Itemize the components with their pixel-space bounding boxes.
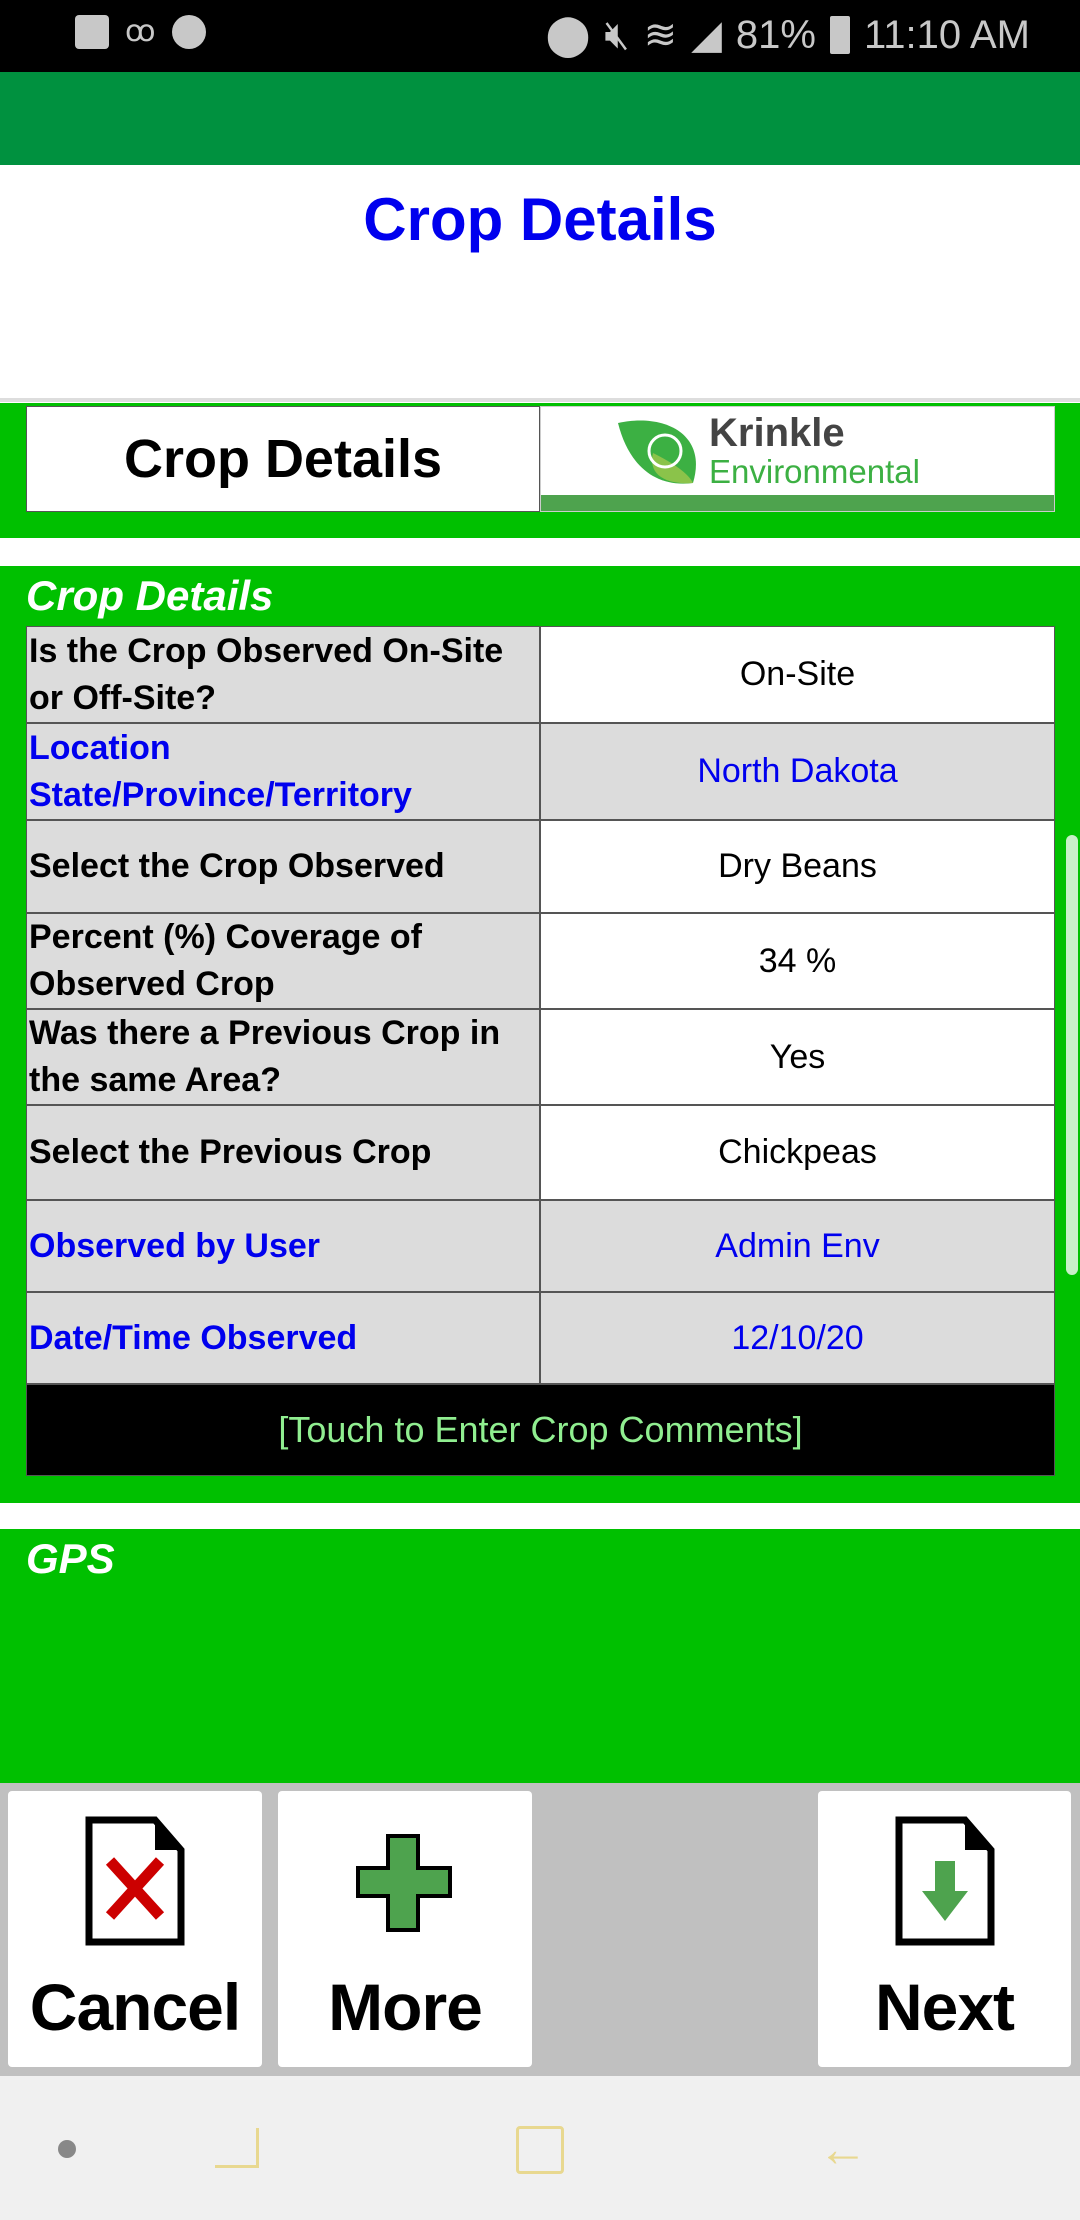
status-bar: ꝏ ⬤ 🔇︎ ≋ ◢ 81% 11:10 AM: [0, 0, 1080, 72]
signal-icon: ◢: [691, 13, 722, 57]
row-value[interactable]: On-Site: [540, 626, 1055, 723]
gps-section: GPS: [0, 1529, 1080, 1789]
more-label: More: [328, 1970, 483, 2044]
cancel-document-icon: [85, 1816, 185, 1946]
row-value[interactable]: 12/10/20: [540, 1292, 1055, 1384]
cancel-label: Cancel: [29, 1970, 241, 2044]
logo-bar: [541, 495, 1054, 511]
leaf-globe-icon: [618, 420, 696, 484]
row-label: Date/Time Observed: [26, 1292, 540, 1384]
row-value[interactable]: North Dakota: [540, 723, 1055, 820]
logo: Krinkle Environmental: [540, 406, 1055, 512]
row-value[interactable]: Admin Env: [540, 1200, 1055, 1292]
recent-apps-icon[interactable]: [215, 2128, 259, 2168]
row-label: Observed by User: [26, 1200, 540, 1292]
app-toolbar: [0, 72, 1080, 165]
row-value[interactable]: Chickpeas: [540, 1105, 1055, 1200]
row-value[interactable]: Yes: [540, 1009, 1055, 1105]
row-label: Was there a Previous Crop in the same Ar…: [26, 1009, 540, 1105]
logo-subtext: Environmental: [709, 453, 920, 490]
clock: 11:10 AM: [863, 12, 1030, 57]
mute-vibrate-icon: 🔇︎: [604, 12, 630, 57]
row-label: Select the Crop Observed: [26, 820, 540, 913]
row-value[interactable]: Dry Beans: [540, 820, 1055, 913]
row-label: Select the Previous Crop: [26, 1105, 540, 1200]
location-icon: ⬤: [545, 13, 591, 57]
row-label: Percent (%) Coverage of Observed Crop: [26, 913, 540, 1009]
battery-percent: 81%: [735, 12, 816, 57]
crop-comments-button[interactable]: [Touch to Enter Crop Comments]: [26, 1384, 1055, 1476]
more-button[interactable]: More: [278, 1791, 532, 2067]
row-label: Location State/Province/Territory: [26, 723, 540, 820]
section-title: GPS: [26, 1535, 115, 1582]
page-title: Crop Details: [363, 186, 717, 253]
bottom-action-bar: Cancel More Next: [0, 1783, 1080, 2076]
next-document-icon: [895, 1816, 994, 1946]
row-value[interactable]: 34 %: [540, 913, 1055, 1009]
cancel-button[interactable]: Cancel: [8, 1791, 262, 2067]
divider: [0, 398, 1080, 402]
row-label: Is the Crop Observed On-Site or Off-Site…: [26, 626, 540, 723]
image-icon: [75, 14, 109, 49]
logo-text: Krinkle: [709, 411, 845, 455]
voicemail-icon: ꝏ: [125, 15, 156, 48]
next-label: Next: [874, 1970, 1015, 2044]
scrollbar[interactable]: [1066, 835, 1078, 1275]
system-nav-bar: ←: [0, 2076, 1080, 2220]
dot-icon[interactable]: [58, 2140, 76, 2158]
banner-label: Crop Details: [26, 406, 540, 512]
shazam-icon: [171, 14, 206, 49]
home-icon[interactable]: [516, 2126, 564, 2174]
back-icon[interactable]: ←: [818, 2120, 868, 2178]
banner-section: Crop Details Krinkle Environmental: [0, 403, 1080, 538]
plus-icon: [356, 1834, 452, 1932]
section-title: Crop Details: [26, 572, 274, 619]
wifi-icon: ≋: [643, 13, 678, 57]
battery-icon: [829, 16, 850, 54]
next-button[interactable]: Next: [818, 1791, 1071, 2067]
